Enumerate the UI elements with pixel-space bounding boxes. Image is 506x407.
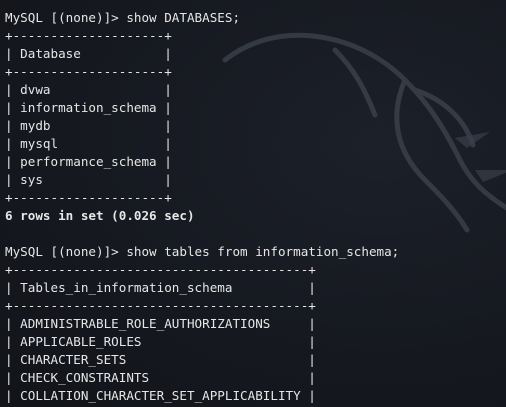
table-row: | dvwa | (5, 82, 172, 97)
table-row: | mydb | (5, 118, 172, 133)
table-row: | information_schema | (5, 100, 172, 115)
table-border: +---------------------------------------… (5, 262, 316, 277)
table-row: | CHECK_CONSTRAINTS | (5, 370, 316, 385)
table-border: +--------------------+ (5, 64, 172, 79)
terminal-window[interactable]: MySQL [(none)]> show DATABASES; +-------… (0, 0, 506, 407)
command-line: MySQL [(none)]> show DATABASES; (5, 10, 241, 25)
terminal-output: MySQL [(none)]> show DATABASES; +-------… (5, 9, 506, 405)
table-row: | APPLICABLE_ROLES | (5, 334, 316, 349)
command-line: MySQL [(none)]> show tables from informa… (5, 244, 400, 259)
table-row: | mysql | (5, 136, 172, 151)
table-header: | Tables_in_information_schema | (5, 280, 316, 295)
table-row: | ADMINISTRABLE_ROLE_AUTHORIZATIONS | (5, 316, 316, 331)
table-header: | Database | (5, 46, 172, 61)
table-row: | CHARACTER_SETS | (5, 352, 316, 367)
table-border: +--------------------+ (5, 190, 172, 205)
table-border: +--------------------+ (5, 28, 172, 43)
table-row: | performance_schema | (5, 154, 172, 169)
result-summary: 6 rows in set (0.026 sec) (5, 208, 195, 223)
table-border: +---------------------------------------… (5, 298, 316, 313)
table-row: | COLLATION_CHARACTER_SET_APPLICABILITY … (5, 388, 316, 403)
table-row: | sys | (5, 172, 172, 187)
